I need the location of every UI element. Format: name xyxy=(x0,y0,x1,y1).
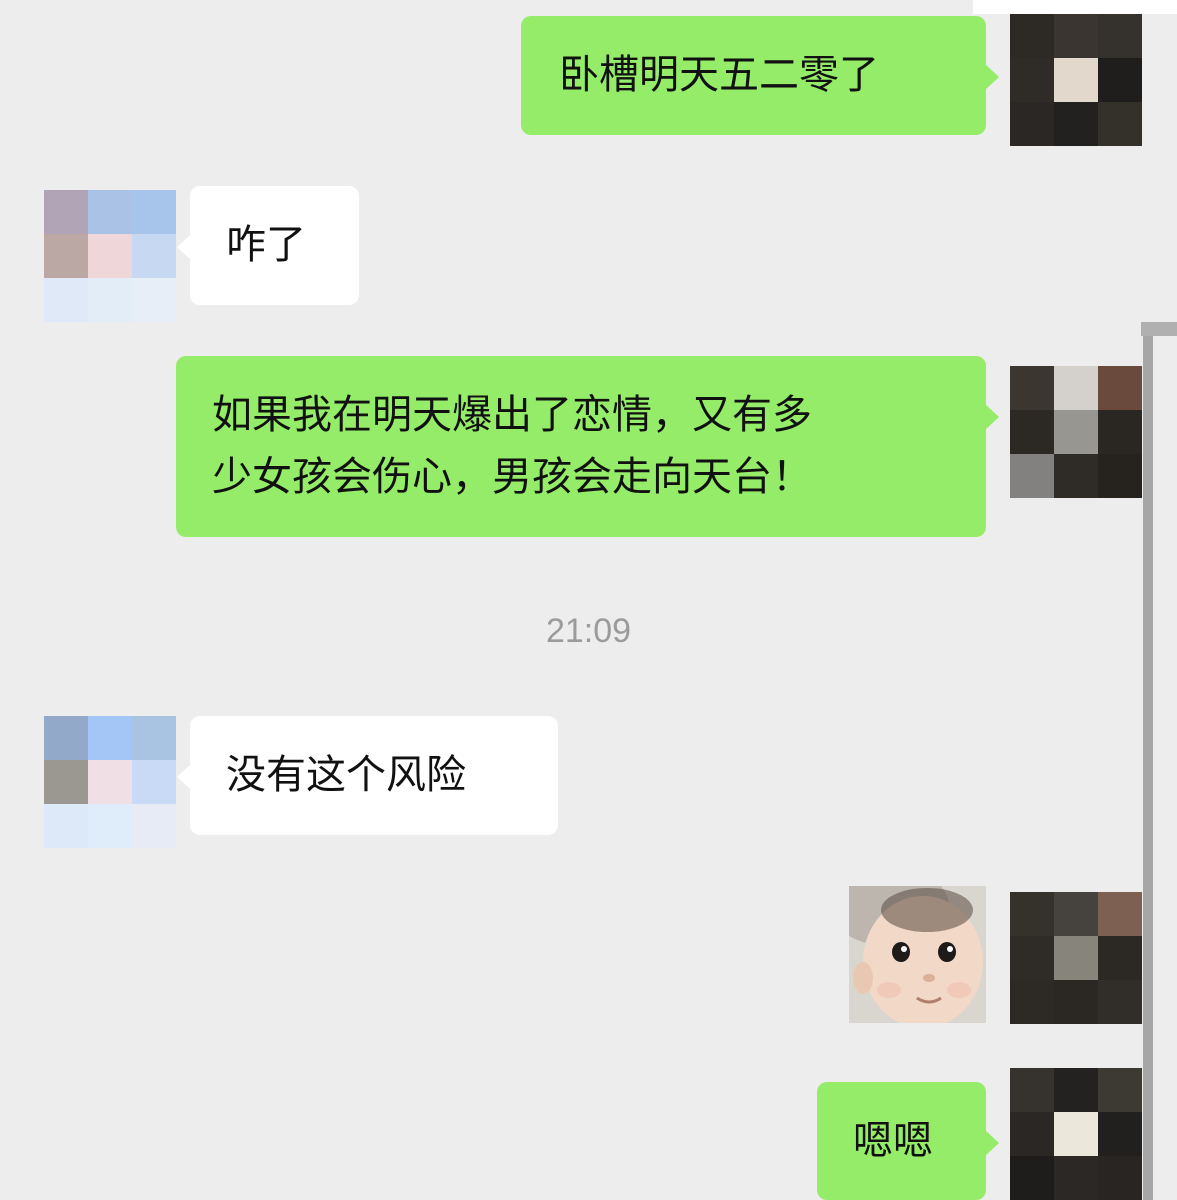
baby-face-icon xyxy=(849,886,986,1023)
message-bubble-sent[interactable]: 嗯嗯 xyxy=(817,1082,999,1200)
my-avatar[interactable] xyxy=(1010,1068,1142,1200)
message-bubble-received[interactable]: 咋了 xyxy=(177,186,359,305)
message-text: 嗯嗯 xyxy=(853,1118,933,1164)
message-bubble-received[interactable]: 没有这个风险 xyxy=(177,716,558,835)
message-bubble-sent[interactable]: 如果我在明天爆出了恋情，又有多 少女孩会伤心，男孩会走向天台！ xyxy=(176,356,999,537)
scrollbar-thumb[interactable] xyxy=(1143,322,1153,1200)
message-timestamp: 21:09 xyxy=(545,612,632,650)
message-text: 没有这个风险 xyxy=(226,752,466,798)
message-bubble-sent[interactable]: 卧槽明天五二零了 xyxy=(521,16,999,135)
my-avatar[interactable] xyxy=(1010,366,1142,498)
scrollbar-cap xyxy=(1141,322,1177,336)
scrollbar[interactable] xyxy=(1141,322,1177,1200)
contact-avatar[interactable] xyxy=(44,716,176,848)
message-text-line: 如果我在明天爆出了恋情，又有多 xyxy=(212,392,812,438)
contact-avatar[interactable] xyxy=(44,190,176,322)
baby-face-sticker[interactable] xyxy=(849,886,986,1023)
my-avatar[interactable] xyxy=(1010,892,1142,1024)
top-edge-element xyxy=(973,0,1177,14)
my-avatar[interactable] xyxy=(1010,14,1142,146)
message-text: 卧槽明天五二零了 xyxy=(559,52,879,98)
message-text-line: 少女孩会伤心，男孩会走向天台！ xyxy=(212,454,812,500)
message-text: 咋了 xyxy=(226,222,306,268)
chat-window: 卧槽明天五二零了 咋了 如果我在明天爆出了恋情，又有多 少女孩会伤心，男孩会走向… xyxy=(0,0,1177,1200)
